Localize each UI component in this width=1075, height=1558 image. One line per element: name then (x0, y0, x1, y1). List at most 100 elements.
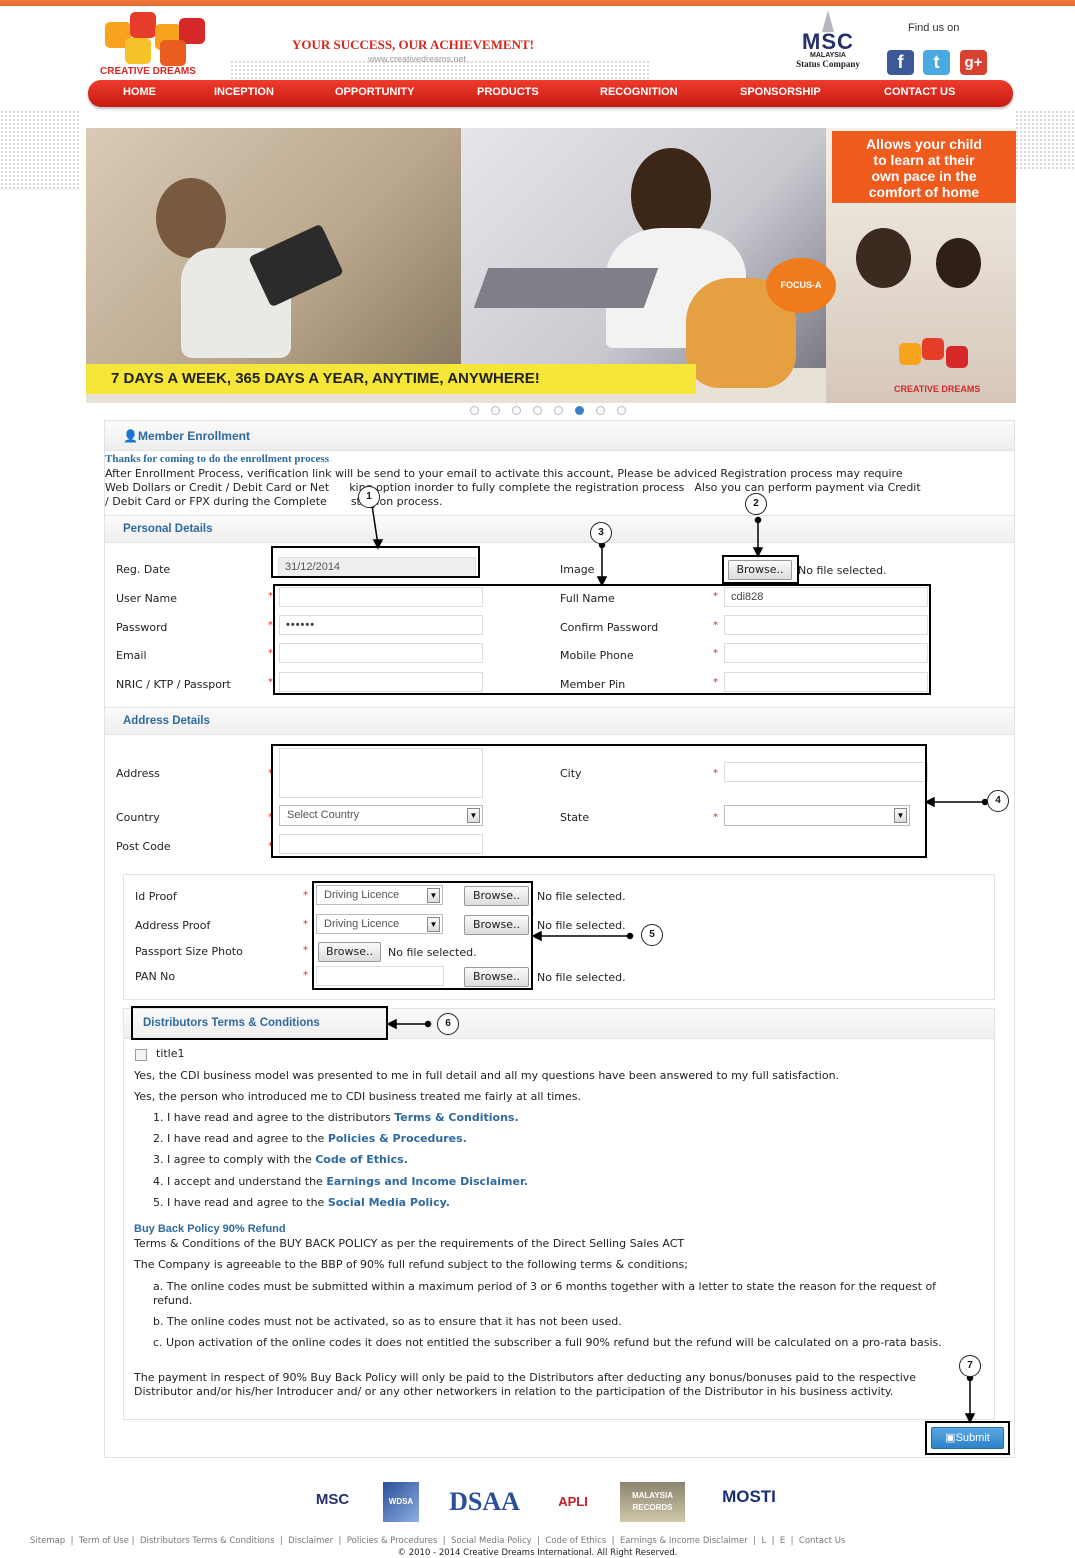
id-proof-select[interactable]: Driving Licence ▼ (316, 885, 443, 905)
annotation-marker-3: 3 (590, 522, 612, 544)
mobile-input[interactable] (724, 643, 928, 663)
address-proof-browse-button[interactable]: Browse.. (464, 915, 529, 935)
main-nav: HOME INCEPTION OPPORTUNITY PRODUCTS RECO… (88, 80, 1013, 107)
twitter-icon[interactable]: t (923, 50, 950, 75)
terms-link[interactable]: Terms & Conditions. (394, 1111, 518, 1124)
footer-link-social-media-policy[interactable]: Social Media Policy (451, 1536, 532, 1546)
footer-link-disclaimer[interactable]: Disclaimer (288, 1536, 333, 1546)
nav-recognition[interactable]: RECOGNITION (600, 86, 678, 98)
footer-link-distributors-terms[interactable]: Distributors Terms & Conditions (140, 1536, 275, 1546)
postcode-label: Post Code (116, 840, 171, 853)
terms-checkbox[interactable] (135, 1049, 147, 1061)
footer-link-l[interactable]: L (761, 1536, 766, 1546)
slide-dot[interactable] (596, 406, 605, 415)
fullname-input[interactable]: cdi828 (724, 587, 928, 607)
terms-item: 3. I agree to comply with the Code of Et… (153, 1153, 408, 1166)
footer-link-terms-of-use[interactable]: Term of Use (79, 1536, 129, 1546)
site-tagline: YOUR SUCCESS, OUR ACHIEVEMENT! (292, 37, 534, 52)
chevron-down-icon: ▼ (427, 917, 440, 932)
nav-sponsorship[interactable]: SPONSORSHIP (740, 86, 821, 98)
footer-link-code-of-ethics[interactable]: Code of Ethics (545, 1536, 606, 1546)
required-marker: * (713, 648, 718, 659)
copyright: © 2010 - 2014 Creative Dreams Internatio… (397, 1548, 678, 1558)
annotation-marker-2: 2 (745, 493, 767, 515)
country-select[interactable]: Select Country ▼ (279, 805, 483, 826)
bbp-paragraph: The Company is agreeable to the BBP of 9… (134, 1258, 688, 1271)
partner-logo-apli[interactable]: APLI (548, 1482, 598, 1522)
policies-link[interactable]: Policies & Procedures. (328, 1132, 467, 1145)
nric-input[interactable] (279, 672, 483, 692)
id-proof-label: Id Proof (135, 890, 177, 903)
bbp-item: c. Upon activation of the online codes i… (153, 1336, 942, 1349)
intro-text: After Enrollment Process, verification l… (105, 467, 921, 508)
annotation-marker-6: 6 (437, 1013, 459, 1035)
id-proof-browse-button[interactable]: Browse.. (464, 886, 529, 906)
partner-logo-msc[interactable]: MSC (305, 1482, 360, 1522)
pan-input[interactable] (316, 966, 444, 986)
find-us-label: Find us on (908, 22, 960, 34)
submit-button[interactable]: ▣Submit (931, 1427, 1004, 1449)
footer-link-contact-us[interactable]: Contact Us (799, 1536, 845, 1546)
facebook-icon[interactable]: f (887, 50, 914, 75)
nric-label: NRIC / KTP / Passport (116, 678, 231, 691)
social-media-policy-link[interactable]: Social Media Policy. (328, 1196, 450, 1209)
address-proof-select[interactable]: Driving Licence ▼ (316, 914, 443, 934)
slide-dot[interactable] (470, 406, 479, 415)
bbp-paragraph: The payment in respect of 90% Buy Back P… (134, 1371, 917, 1398)
confirm-password-label: Confirm Password (560, 621, 659, 634)
city-input[interactable] (724, 762, 928, 782)
nav-products[interactable]: PRODUCTS (477, 86, 539, 98)
partner-logo-mosti[interactable]: MOSTI (708, 1482, 790, 1522)
address-textarea[interactable] (279, 748, 483, 798)
hero-banner[interactable]: Allows your child to learn at their own … (86, 128, 1016, 403)
bbp-title: Buy Back Policy 90% Refund (134, 1223, 286, 1235)
country-label: Country (116, 811, 160, 824)
username-input[interactable] (279, 587, 483, 607)
city-label: City (560, 767, 582, 780)
partner-logo-dsaa[interactable]: DSAA (442, 1482, 527, 1522)
terms-item: 4. I accept and understand the Earnings … (153, 1175, 528, 1188)
password-input[interactable]: •••••• (279, 615, 483, 635)
partner-logo-malaysia-records[interactable]: MALAYSIA RECORDS (620, 1482, 685, 1522)
code-of-ethics-link[interactable]: Code of Ethics. (315, 1153, 408, 1166)
email-input[interactable] (279, 643, 483, 663)
world-map-decoration (1015, 110, 1075, 170)
footer-link-e[interactable]: E (780, 1536, 785, 1546)
footer-link-sitemap[interactable]: Sitemap (30, 1536, 65, 1546)
site-logo[interactable]: CREATIVE DREAMS (100, 10, 215, 78)
reg-date-label: Reg. Date (116, 563, 171, 576)
slide-dot[interactable] (533, 406, 542, 415)
terms-paragraph: Yes, the person who introduced me to CDI… (134, 1090, 582, 1103)
slide-dot[interactable] (617, 406, 626, 415)
required-marker: * (268, 812, 273, 823)
banner-photo-child-tablet (86, 128, 461, 368)
member-pin-input[interactable] (724, 672, 928, 692)
required-marker: * (268, 841, 273, 852)
nav-contact-us[interactable]: CONTACT US (884, 86, 955, 98)
footer-link-earnings-disclaimer[interactable]: Earnings & Income Disclaimer (620, 1536, 748, 1546)
nav-home[interactable]: HOME (123, 86, 156, 98)
pan-browse-button[interactable]: Browse.. (464, 967, 529, 987)
checkbox-label: title1 (156, 1047, 185, 1060)
slide-dot[interactable] (512, 406, 521, 415)
earnings-disclaimer-link[interactable]: Earnings and Income Disclaimer. (326, 1175, 528, 1188)
google-plus-icon[interactable]: g+ (960, 50, 987, 75)
confirm-password-input[interactable] (724, 615, 928, 635)
slide-dot[interactable] (554, 406, 563, 415)
slide-dot[interactable] (491, 406, 500, 415)
partner-logo-wdsa[interactable]: WDSA (383, 1482, 419, 1522)
required-marker: * (303, 890, 308, 901)
footer-link-policies[interactable]: Policies & Procedures (347, 1536, 438, 1546)
image-label: Image (560, 563, 595, 576)
state-select[interactable]: ▼ (724, 805, 910, 826)
slider-dots[interactable] (470, 405, 638, 415)
tower-icon (822, 10, 834, 32)
user-icon: 👤 (123, 429, 138, 443)
slide-dot-active[interactable] (575, 406, 584, 415)
address-label: Address (116, 767, 160, 780)
postcode-input[interactable] (279, 834, 483, 854)
image-browse-button[interactable]: Browse.. (728, 560, 792, 580)
nav-inception[interactable]: INCEPTION (214, 86, 274, 98)
passport-photo-browse-button[interactable]: Browse.. (318, 942, 381, 962)
nav-opportunity[interactable]: OPPORTUNITY (335, 86, 414, 98)
